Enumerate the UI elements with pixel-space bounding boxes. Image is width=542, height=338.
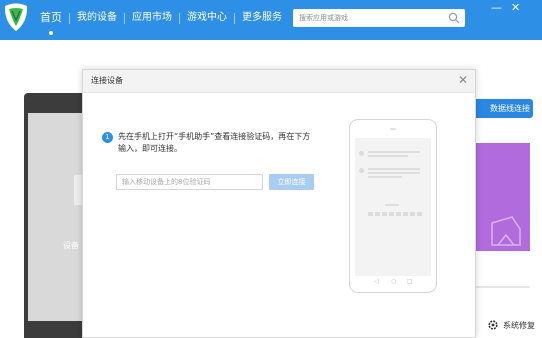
placeholder-dot (359, 168, 364, 173)
dialog-header: 连接设备 ✕ (83, 70, 475, 93)
minimize-icon[interactable]: — (491, 2, 502, 13)
placeholder-line (368, 176, 402, 178)
phone-illustration: ◁ ○ □ (349, 119, 437, 293)
connect-instructions: 先在手机上打开“手机助手”查看连接验证码，再在下方输入，即可连接。 (118, 132, 311, 153)
system-repair-link[interactable]: 系统修复 (487, 319, 535, 331)
search-icon[interactable] (448, 12, 460, 24)
placeholder-line (368, 155, 408, 157)
search-box[interactable]: 搜索应用或游戏 (293, 9, 465, 27)
cable-connect-button[interactable]: 数据线连接 (476, 99, 533, 118)
promo-graphic-icon (491, 216, 521, 246)
phone-illustration-screen (355, 138, 431, 276)
nav-item-home[interactable]: 首页 (33, 10, 69, 35)
connect-device-dialog: 连接设备 ✕ 1 先在手机上打开“手机助手”查看连接验证码，再在下方输入，即可连… (82, 69, 476, 338)
code-digit-placeholder (375, 212, 380, 216)
nav-item-more-services[interactable]: 更多服务 (235, 10, 289, 26)
code-digit-placeholder (389, 212, 394, 216)
placeholder-line (368, 172, 420, 174)
nav-item-app-market[interactable]: 应用市场 (125, 10, 179, 26)
nav-item-label: 我的设备 (77, 12, 117, 23)
step-number-badge: 1 (102, 132, 113, 143)
back-nav-icon: ◁ (374, 278, 379, 285)
nav-item-my-devices[interactable]: 我的设备 (70, 10, 124, 26)
search-input[interactable]: 搜索应用或游戏 (299, 12, 348, 24)
nav-item-label: 游戏中心 (187, 12, 227, 23)
divider (476, 286, 530, 288)
code-digit-placeholder (368, 212, 373, 216)
code-digit-placeholder (396, 212, 401, 216)
app-logo-icon[interactable] (3, 2, 29, 32)
code-digit-placeholder (410, 212, 415, 216)
active-indicator (49, 31, 53, 35)
system-repair-label: 系统修复 (503, 320, 535, 330)
placeholder-dot (359, 151, 364, 156)
phone-speaker (390, 128, 396, 130)
device-preview-graphic (74, 175, 82, 205)
code-digit-placeholder (403, 212, 408, 216)
top-bar: 首页 我的设备 应用市场 游戏中心 更多服务 搜索应用或游戏 — ✕ (0, 0, 542, 40)
nav-item-label: 更多服务 (242, 12, 282, 23)
home-nav-icon: ○ (391, 278, 397, 285)
code-digit-placeholder (417, 212, 422, 216)
nav-item-label: 应用市场 (132, 12, 172, 23)
nav-item-label: 首页 (40, 11, 62, 24)
nav-item-game-center[interactable]: 游戏中心 (180, 10, 234, 26)
device-preview-screen (28, 113, 82, 321)
code-digit-placeholder (382, 212, 387, 216)
main-nav: 首页 我的设备 应用市场 游戏中心 更多服务 (33, 10, 289, 35)
device-preview-text: 设备 (63, 241, 79, 250)
placeholder-line (385, 204, 399, 206)
gear-icon (488, 320, 498, 330)
dialog-title: 连接设备 (91, 76, 123, 85)
close-icon[interactable]: ✕ (458, 73, 468, 87)
connect-now-button[interactable]: 立即连接 (269, 174, 314, 190)
recent-nav-icon: □ (407, 278, 413, 285)
placeholder-line (368, 168, 420, 170)
verification-code-input[interactable] (116, 174, 263, 190)
close-window-icon[interactable]: ✕ (511, 2, 520, 13)
placeholder-line (368, 151, 420, 153)
